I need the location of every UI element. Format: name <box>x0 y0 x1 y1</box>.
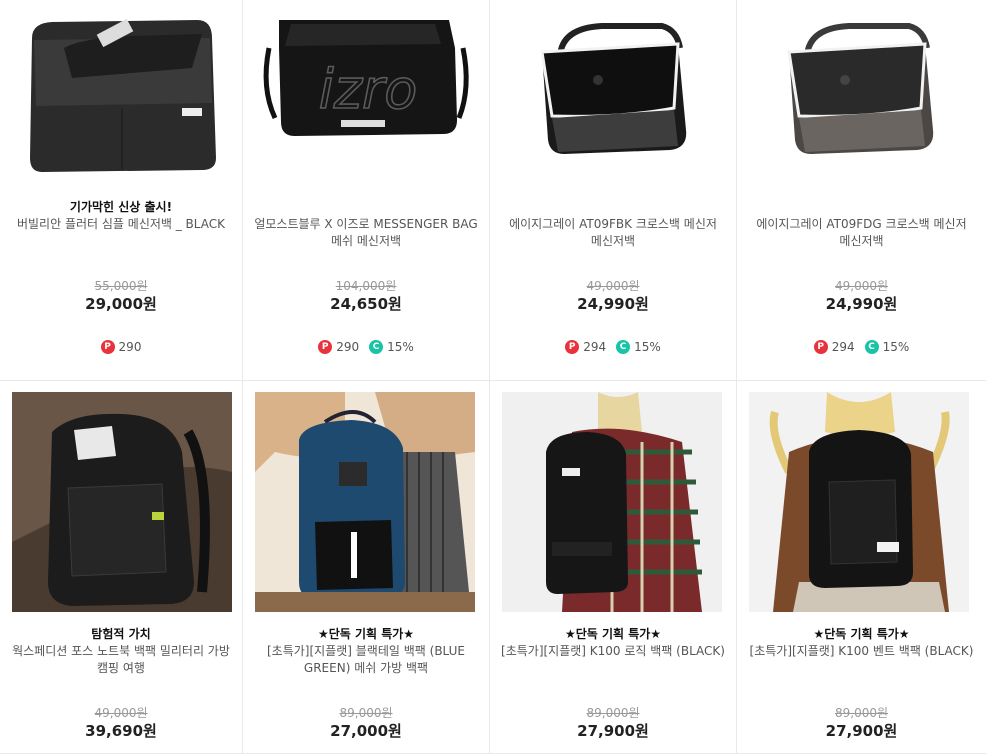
original-price: 89,000원 <box>586 706 640 720</box>
original-price: 104,000원 <box>335 279 397 293</box>
product-card[interactable]: 기가막힌 신상 출시! 버빌리안 플러터 심플 메신저백 _ BLACK 55,… <box>0 0 243 381</box>
sale-price: 39,690원 <box>85 722 157 740</box>
product-name[interactable]: [초특가][지플랫] K100 로직 백팩 (BLACK) <box>496 643 730 677</box>
product-card[interactable]: ★단독 기획 특가★ [초특가][지플랫] K100 로직 백팩 (BLACK)… <box>490 381 737 754</box>
product-name[interactable]: 웍스페디션 포스 노트북 백팩 밀리터리 가방 캠핑 여행 <box>6 643 236 677</box>
original-price: 49,000원 <box>586 279 640 293</box>
original-price: 89,000원 <box>339 706 393 720</box>
product-card[interactable]: ★단독 기획 특가★ [초특가][지플랫] 블랙테일 백팩 (BLUE GREE… <box>243 381 490 754</box>
coupon-icon: C <box>864 340 879 354</box>
product-headline: ★단독 기획 특가★ <box>564 627 662 641</box>
coupon-icon: C <box>616 340 631 354</box>
sale-price: 27,900원 <box>825 722 898 740</box>
product-image[interactable] <box>255 392 475 612</box>
product-card[interactable]: 에이지그레이 AT09FDG 크로스백 메신저 메신저백 49,000원 24,… <box>737 0 986 381</box>
coupon-value: 15% <box>387 340 414 354</box>
product-info: ★단독 기획 특가★ [초특가][지플랫] K100 벤트 백팩 (BLACK)… <box>743 626 980 741</box>
product-info: 에이지그레이 AT09FDG 크로스백 메신저 메신저백 49,000원 24,… <box>743 199 980 354</box>
original-price: 55,000원 <box>94 279 148 293</box>
product-headline <box>743 199 980 215</box>
product-card[interactable]: izro 얼모스트블루 X 이즈로 MESSENGER BAG 메쉬 메신저백 … <box>243 0 490 381</box>
product-info: ★단독 기획 특가★ [초특가][지플랫] 블랙테일 백팩 (BLUE GREE… <box>249 626 483 741</box>
product-info: ★단독 기획 특가★ [초특가][지플랫] K100 로직 백팩 (BLACK)… <box>496 626 730 741</box>
point-icon: P <box>813 340 828 354</box>
product-headline <box>496 199 730 215</box>
product-image[interactable] <box>502 392 722 612</box>
product-card[interactable]: 에이지그레이 AT09FBK 크로스백 메신저 메신저백 49,000원 24,… <box>490 0 737 381</box>
sale-price: 27,900원 <box>577 722 649 740</box>
sale-price: 24,650원 <box>330 295 402 313</box>
coupon-value: 15% <box>882 340 910 354</box>
product-headline: ★단독 기획 특가★ <box>813 627 910 641</box>
point-value: 294 <box>583 340 607 354</box>
product-info: 탐험적 가치 웍스페디션 포스 노트북 백팩 밀리터리 가방 캠핑 여행 49,… <box>6 626 236 741</box>
product-headline <box>249 199 483 215</box>
product-name[interactable]: 에이지그레이 AT09FDG 크로스백 메신저 메신저백 <box>743 216 980 250</box>
point-icon: P <box>565 340 580 354</box>
product-image[interactable] <box>12 8 232 228</box>
benefit-badges: P 290 C 15% <box>249 340 483 354</box>
point-value: 290 <box>118 340 142 354</box>
product-name[interactable]: [초특가][지플랫] K100 벤트 백팩 (BLACK) <box>743 643 980 677</box>
product-name[interactable]: [초특가][지플랫] 블랙테일 백팩 (BLUE GREEN) 메쉬 가방 백팩 <box>249 643 483 677</box>
benefit-badges: P 294 C 15% <box>743 340 980 354</box>
coupon-value: 15% <box>634 340 661 354</box>
coupon-icon: C <box>369 340 384 354</box>
product-info: 얼모스트블루 X 이즈로 MESSENGER BAG 메쉬 메신저백 104,0… <box>249 199 483 354</box>
product-card[interactable]: 탐험적 가치 웍스페디션 포스 노트북 백팩 밀리터리 가방 캠핑 여행 49,… <box>0 381 243 754</box>
original-price: 89,000원 <box>834 706 889 720</box>
product-grid: 기가막힌 신상 출시! 버빌리안 플러터 심플 메신저백 _ BLACK 55,… <box>0 0 986 754</box>
original-price: 49,000원 <box>94 706 148 720</box>
point-value: 290 <box>336 340 360 354</box>
point-icon: P <box>100 340 115 354</box>
sale-price: 24,990원 <box>577 295 649 313</box>
product-name[interactable]: 에이지그레이 AT09FBK 크로스백 메신저 메신저백 <box>496 216 730 250</box>
sale-price: 27,000원 <box>330 722 402 740</box>
product-image[interactable] <box>749 392 969 612</box>
original-price: 49,000원 <box>834 279 889 293</box>
product-headline: ★단독 기획 특가★ <box>317 627 415 641</box>
svg-text:izro: izro <box>319 58 418 121</box>
product-image[interactable] <box>502 8 722 228</box>
point-value: 294 <box>831 340 855 354</box>
product-info: 에이지그레이 AT09FBK 크로스백 메신저 메신저백 49,000원 24,… <box>496 199 730 354</box>
product-name[interactable]: 얼모스트블루 X 이즈로 MESSENGER BAG 메쉬 메신저백 <box>249 216 483 250</box>
product-name[interactable]: 버빌리안 플러터 심플 메신저백 _ BLACK <box>6 216 236 250</box>
sale-price: 29,000원 <box>85 295 157 313</box>
product-info: 기가막힌 신상 출시! 버빌리안 플러터 심플 메신저백 _ BLACK 55,… <box>6 199 236 354</box>
product-image[interactable] <box>749 8 969 228</box>
product-headline: 탐험적 가치 <box>91 627 151 641</box>
sale-price: 24,990원 <box>825 295 898 313</box>
product-image[interactable] <box>12 392 232 612</box>
benefit-badges: P 290 <box>6 340 236 354</box>
point-icon: P <box>318 340 333 354</box>
product-headline: 기가막힌 신상 출시! <box>69 200 173 214</box>
benefit-badges: P 294 C 15% <box>496 340 730 354</box>
product-card[interactable]: ★단독 기획 특가★ [초특가][지플랫] K100 벤트 백팩 (BLACK)… <box>737 381 986 754</box>
product-image[interactable]: izro <box>255 8 475 228</box>
